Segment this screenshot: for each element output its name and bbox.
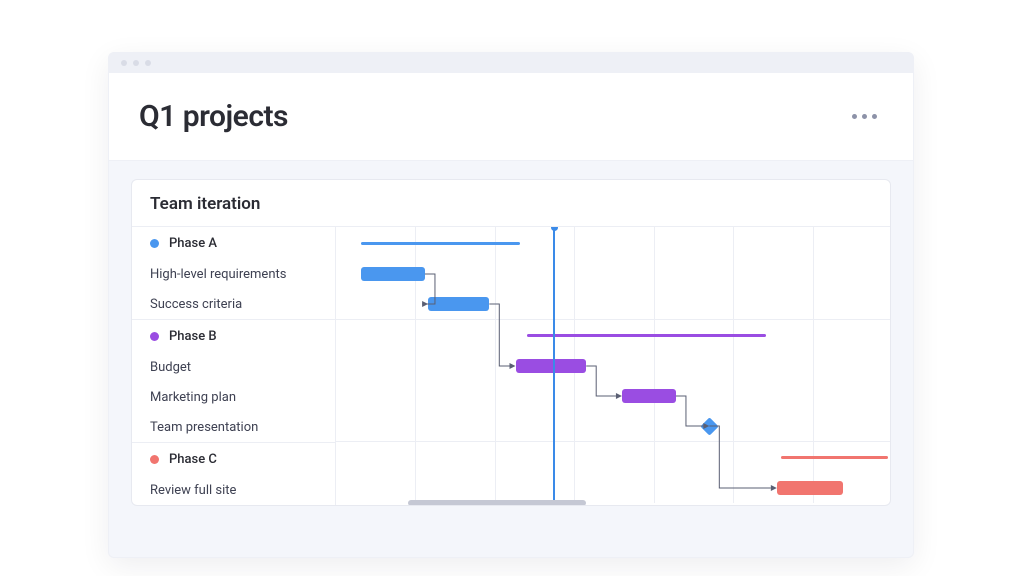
gantt-row-labels: Phase A High-level requirements Success …: [132, 227, 336, 505]
phase-group: Phase A High-level requirements Success …: [132, 227, 335, 319]
milestone-marker[interactable]: [700, 417, 718, 435]
task-row-label[interactable]: Review full site: [132, 475, 335, 505]
row-separator: [336, 441, 890, 442]
phase-color-dot: [150, 332, 159, 341]
task-bar[interactable]: [361, 267, 425, 281]
horizontal-scrollbar[interactable]: [336, 499, 890, 506]
task-row-label[interactable]: Budget: [132, 352, 335, 382]
task-row-label[interactable]: Team presentation: [132, 412, 335, 442]
gantt-timeline[interactable]: [336, 227, 890, 503]
phase-summary-bar[interactable]: [361, 242, 520, 245]
row-separator: [336, 319, 890, 320]
phase-group: Phase B Budget Marketing plan Team prese…: [132, 319, 335, 442]
phase-summary-bar[interactable]: [527, 334, 767, 337]
ellipsis-icon: [872, 114, 877, 119]
grid-line: [813, 227, 814, 503]
task-row-label[interactable]: Marketing plan: [132, 382, 335, 412]
task-bar[interactable]: [516, 359, 587, 373]
phase-name: Phase A: [169, 236, 217, 251]
phase-title-row[interactable]: Phase A: [132, 227, 335, 259]
grid-line: [495, 227, 496, 503]
phase-group: Phase C Review full site: [132, 442, 335, 505]
window-dot: [145, 60, 151, 66]
window-dot: [133, 60, 139, 66]
task-bar[interactable]: [428, 297, 489, 311]
task-row-label[interactable]: Success criteria: [132, 289, 335, 319]
phase-name: Phase C: [169, 452, 217, 467]
more-menu-button[interactable]: [846, 108, 883, 125]
phase-summary-bar[interactable]: [781, 456, 888, 459]
browser-window: Q1 projects Team iteration Phase A High-…: [108, 52, 914, 558]
today-marker: [553, 227, 555, 503]
phase-color-dot: [150, 239, 159, 248]
grid-line: [733, 227, 734, 503]
task-row-label[interactable]: High-level requirements: [132, 259, 335, 289]
gantt-chart[interactable]: Phase A High-level requirements Success …: [132, 226, 890, 505]
page-header: Q1 projects: [109, 73, 913, 161]
grid-line: [654, 227, 655, 503]
card-title: Team iteration: [132, 180, 890, 226]
gantt-card: Team iteration Phase A High-level requir…: [131, 179, 891, 506]
task-bar[interactable]: [777, 481, 843, 495]
task-bar[interactable]: [622, 389, 676, 403]
ellipsis-icon: [862, 114, 867, 119]
scrollbar-thumb[interactable]: [408, 500, 586, 506]
phase-name: Phase B: [169, 329, 217, 344]
ellipsis-icon: [852, 114, 857, 119]
phase-title-row[interactable]: Phase B: [132, 320, 335, 352]
today-marker-dot: [551, 227, 558, 231]
window-dot: [121, 60, 127, 66]
window-chrome: [109, 53, 913, 73]
page-title: Q1 projects: [139, 99, 288, 134]
phase-color-dot: [150, 455, 159, 464]
phase-title-row[interactable]: Phase C: [132, 443, 335, 475]
